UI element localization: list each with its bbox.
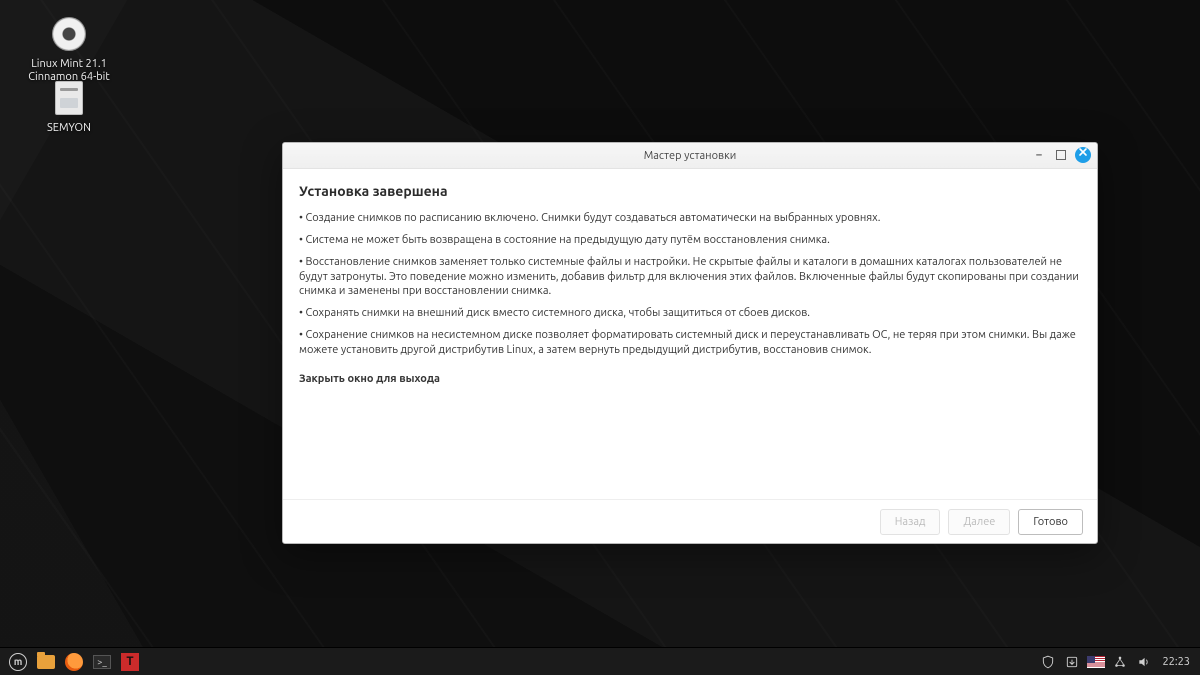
desktop-icon-drive[interactable]: SEMYON [14, 78, 124, 135]
files-launcher[interactable] [34, 651, 58, 673]
bullet-text: • Система не может быть возвращена в сос… [299, 233, 1081, 248]
window-title: Мастер установки [644, 150, 737, 162]
tray-keyboard-layout[interactable] [1086, 651, 1106, 673]
update-icon [1065, 655, 1079, 669]
timeshift-icon: T [121, 653, 139, 671]
desktop-icon-installer[interactable]: Linux Mint 21.1 Cinnamon 64-bit [14, 14, 124, 84]
mint-logo-icon: m [9, 653, 27, 671]
bullet-text: • Создание снимков по расписанию включен… [299, 211, 1081, 226]
bullet-text: • Сохранение снимков на несистемном диск… [299, 328, 1081, 358]
folder-icon [37, 655, 55, 669]
maximize-icon [1056, 150, 1066, 160]
page-heading: Установка завершена [299, 183, 1081, 199]
window-footer: Назад Далее Готово [283, 499, 1097, 543]
finish-button[interactable]: Готово [1018, 509, 1083, 535]
desktop-icon-label: SEMYON [14, 122, 124, 135]
drive-icon [55, 81, 83, 115]
window-controls: – [1031, 147, 1091, 163]
desktop-icon-label: Linux Mint 21.1 [14, 58, 124, 71]
tray-shield[interactable] [1038, 651, 1058, 673]
closing-instruction: Закрыть окно для выхода [299, 372, 1081, 387]
optical-disc-icon [52, 17, 86, 51]
close-button[interactable] [1075, 147, 1091, 163]
tray-clock[interactable]: 22:23 [1158, 656, 1194, 668]
bullet-text: • Восстановление снимков заменяет только… [299, 255, 1081, 300]
timeshift-taskbar-entry[interactable]: T [118, 651, 142, 673]
close-icon [1075, 147, 1091, 163]
terminal-icon: >_ [93, 655, 111, 669]
menu-button[interactable]: m [6, 651, 30, 673]
titlebar[interactable]: Мастер установки – [283, 143, 1097, 169]
shield-icon [1041, 655, 1055, 669]
window-body: Установка завершена • Создание снимков п… [283, 169, 1097, 499]
next-button[interactable]: Далее [948, 509, 1010, 535]
speaker-icon [1137, 655, 1151, 669]
minimize-button[interactable]: – [1031, 147, 1047, 163]
tray-network[interactable] [1110, 651, 1130, 673]
tray-sound[interactable] [1134, 651, 1154, 673]
taskbar: m >_ T 22:23 [0, 647, 1200, 675]
bullet-text: • Сохранять снимки на внешний диск вмест… [299, 306, 1081, 321]
firefox-launcher[interactable] [62, 651, 86, 673]
firefox-icon [65, 653, 83, 671]
minimize-icon: – [1036, 149, 1042, 161]
network-icon [1113, 655, 1127, 669]
tray-update[interactable] [1062, 651, 1082, 673]
terminal-launcher[interactable]: >_ [90, 651, 114, 673]
installer-window: Мастер установки – Установка завершена •… [282, 142, 1098, 544]
back-button[interactable]: Назад [880, 509, 941, 535]
maximize-button[interactable] [1053, 147, 1069, 163]
flag-us-icon [1087, 656, 1105, 668]
